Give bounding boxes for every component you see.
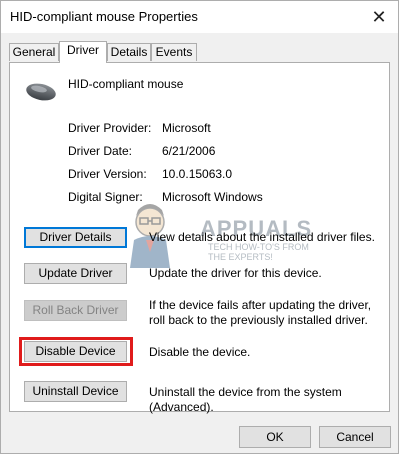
digital-signer-value: Microsoft Windows bbox=[162, 190, 263, 204]
driver-tab-panel: HID-compliant mouse Driver Provider: Mic… bbox=[9, 62, 390, 414]
tab-details[interactable]: Details bbox=[107, 43, 151, 61]
ok-button[interactable]: OK bbox=[239, 426, 311, 448]
mouse-icon bbox=[26, 83, 56, 101]
properties-dialog: HID-compliant mouse Properties ✕ General… bbox=[0, 0, 399, 454]
tab-events[interactable]: Events bbox=[151, 43, 197, 61]
device-name: HID-compliant mouse bbox=[68, 77, 184, 91]
roll-back-driver-button[interactable]: Roll Back Driver bbox=[24, 300, 127, 321]
driver-version-value: 10.0.15063.0 bbox=[162, 167, 233, 181]
update-driver-button[interactable]: Update Driver bbox=[24, 263, 127, 284]
driver-date-value: 6/21/2006 bbox=[162, 144, 216, 158]
driver-details-description: View details about the installed driver … bbox=[149, 230, 375, 244]
driver-provider-value: Microsoft bbox=[162, 121, 211, 135]
uninstall-device-button[interactable]: Uninstall Device bbox=[24, 381, 127, 402]
disable-device-description: Disable the device. bbox=[149, 345, 251, 359]
digital-signer-label: Digital Signer: bbox=[68, 190, 143, 204]
driver-details-button[interactable]: Driver Details bbox=[24, 227, 127, 248]
tab-driver[interactable]: Driver bbox=[59, 41, 107, 63]
close-icon[interactable]: ✕ bbox=[366, 5, 392, 29]
driver-date-label: Driver Date: bbox=[68, 144, 133, 158]
disable-device-button[interactable]: Disable Device bbox=[24, 341, 127, 362]
window-title: HID-compliant mouse Properties bbox=[10, 9, 198, 24]
uninstall-device-description: Uninstall the device from the system (Ad… bbox=[149, 385, 342, 414]
update-driver-description: Update the driver for this device. bbox=[149, 266, 322, 280]
tab-general[interactable]: General bbox=[9, 43, 59, 61]
title-bar: HID-compliant mouse Properties ✕ bbox=[1, 1, 398, 33]
driver-provider-label: Driver Provider: bbox=[68, 121, 152, 135]
roll-back-driver-description: If the device fails after updating the d… bbox=[149, 298, 372, 327]
watermark-tagline: TECH HOW-TO'S FROM THE EXPERTS! bbox=[208, 242, 309, 262]
driver-version-label: Driver Version: bbox=[68, 167, 147, 181]
cancel-button[interactable]: Cancel bbox=[319, 426, 391, 448]
